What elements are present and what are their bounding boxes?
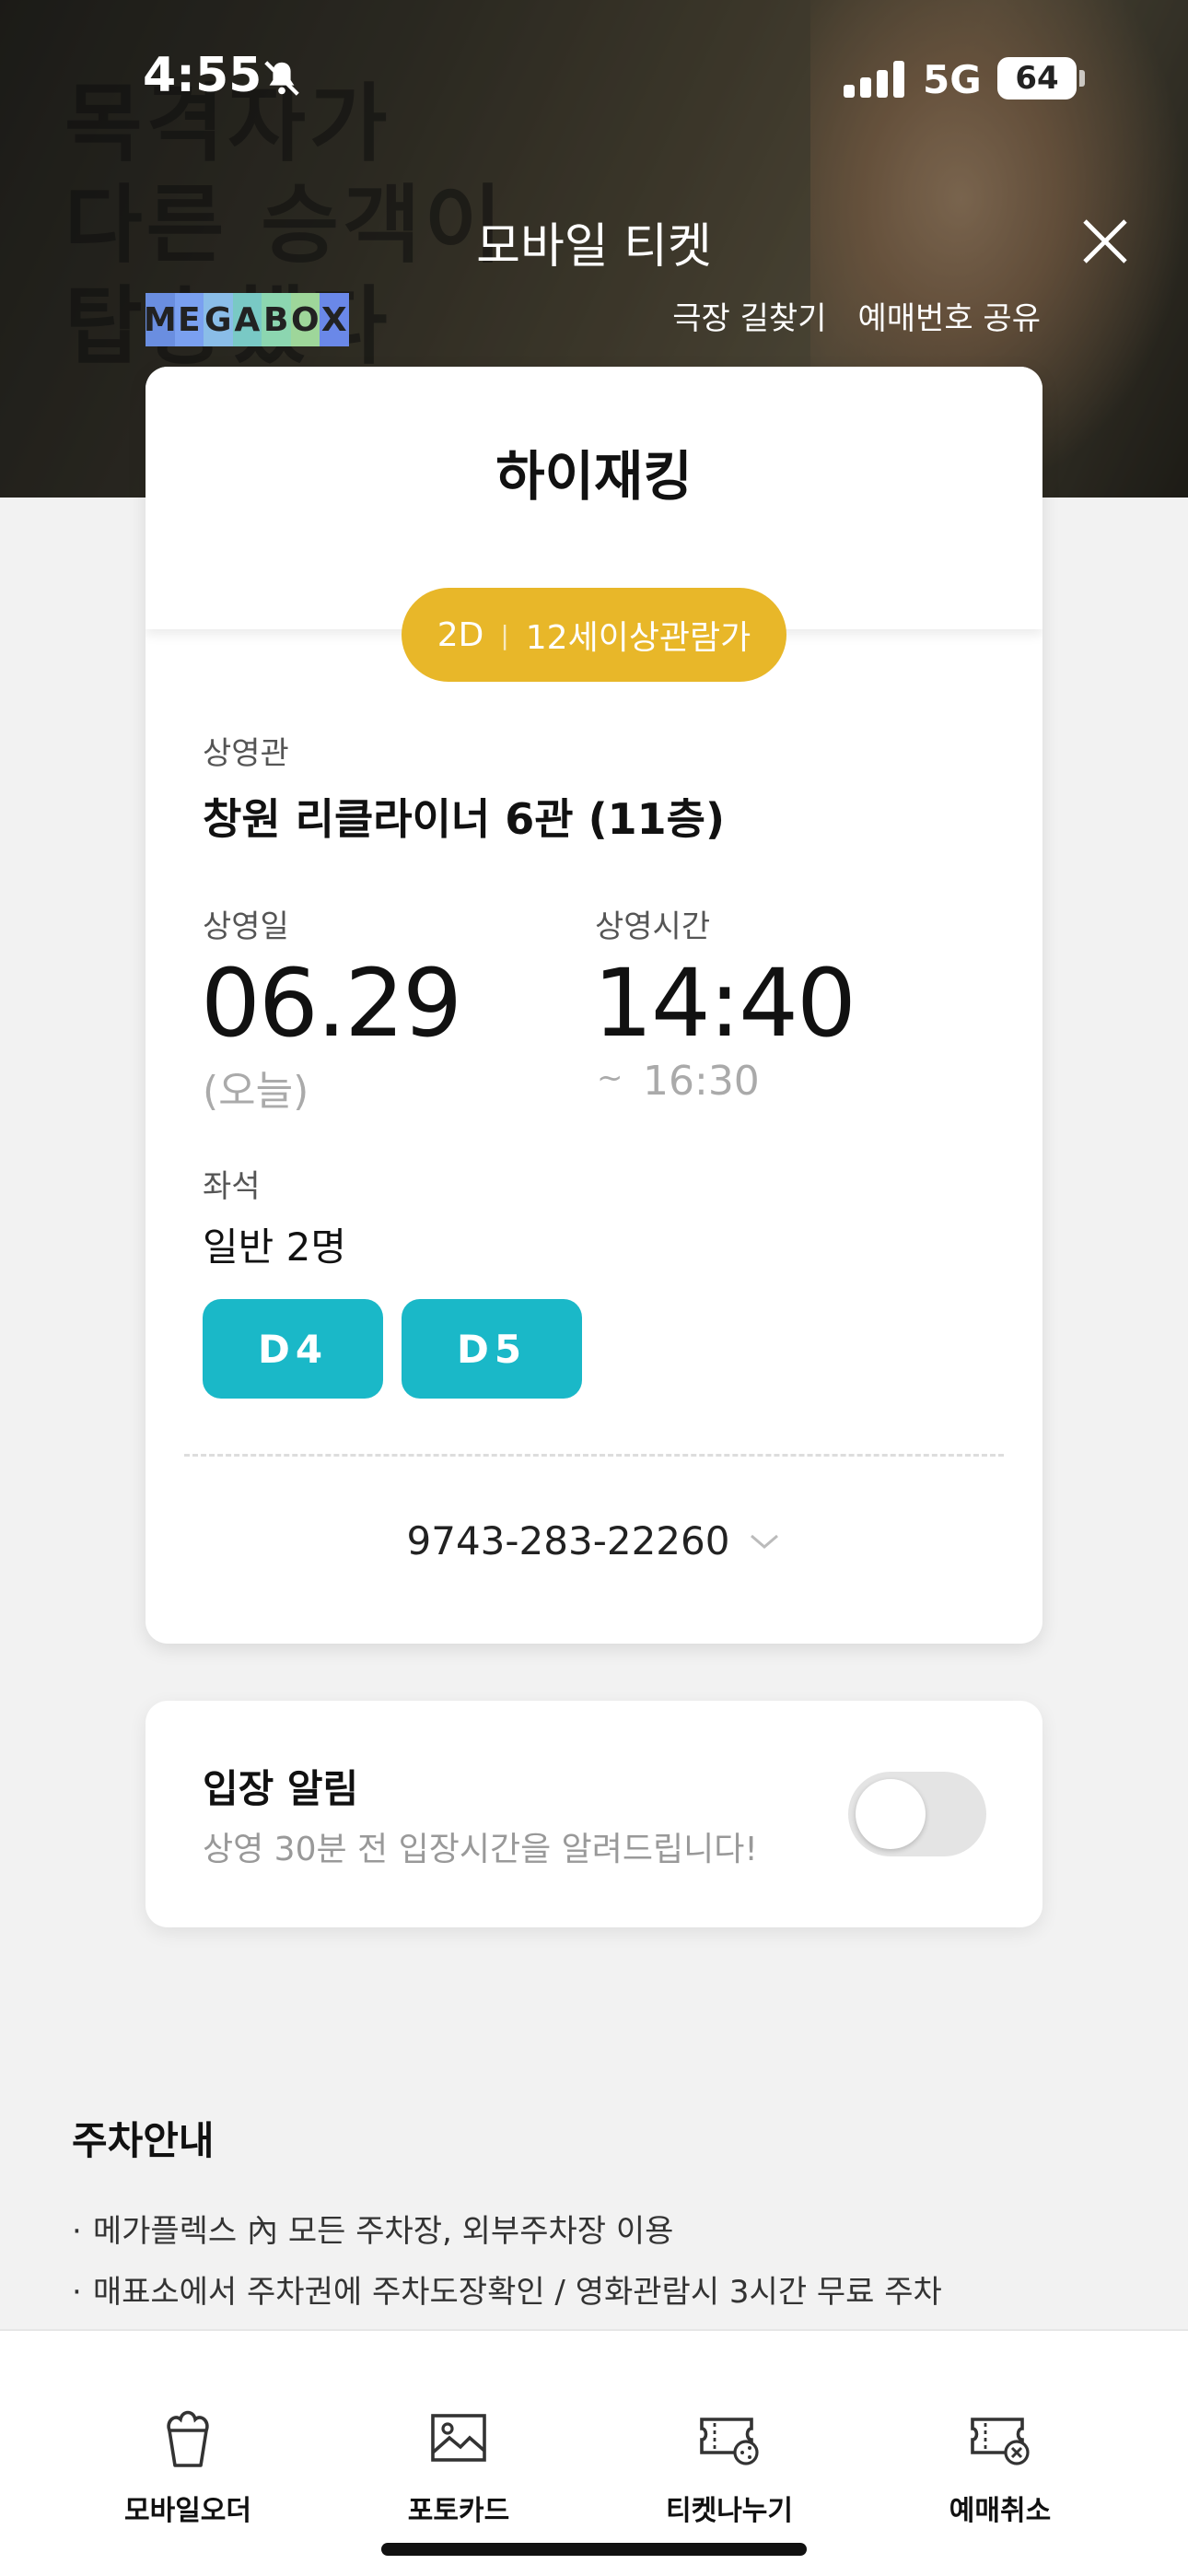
- show-end-time: 16:30: [643, 1058, 760, 1105]
- logo-letter: A: [232, 293, 262, 346]
- time-label: 상영시간: [595, 908, 711, 945]
- ticket-cancel-icon: [971, 2418, 1030, 2465]
- ticket-card: 하이재킹 2D | 12세이상관람가 상영관 창원 리클라이너 6관 (11층)…: [146, 367, 1042, 1644]
- parking-item: 메가플렉스 內 모든 주차장, 외부주차장 이용: [72, 2206, 674, 2251]
- chevron-down-icon: [751, 1534, 779, 1549]
- nav-booking-cancel[interactable]: 예매취소: [880, 2405, 1120, 2528]
- parking-item: 매표소에서 주차권에 주차도장확인 / 영화관람시 3시간 무료 주차: [72, 2266, 942, 2312]
- share-booking-link[interactable]: 예매번호 공유: [858, 293, 1042, 338]
- show-date: 06.29: [201, 949, 462, 1059]
- bottom-nav: 모바일오더 포토카드 티켓나누기 예매취소: [0, 2329, 1188, 2576]
- entry-alert-description: 상영 30분 전 입장시간을 알려드립니다!: [203, 1831, 758, 1868]
- page-title: 모바일 티켓: [476, 219, 712, 275]
- nav-photo-card[interactable]: 포토카드: [339, 2405, 578, 2528]
- logo-letter: X: [320, 293, 349, 346]
- format-rating-badge: 2D | 12세이상관람가: [402, 588, 786, 682]
- ticket-share-icon: [700, 2418, 759, 2465]
- logo-letter: G: [204, 293, 233, 346]
- logo-letter: E: [174, 293, 204, 346]
- theater-name: 창원 리클라이너 6관 (11층): [203, 794, 725, 844]
- nav-ticket-share[interactable]: 티켓나누기: [610, 2405, 849, 2528]
- nav-label: 포토카드: [407, 2495, 510, 2527]
- bell-off-icon: [264, 61, 299, 96]
- logo-letter: B: [262, 293, 291, 346]
- format-label: 2D: [437, 615, 484, 654]
- nav-mobile-order[interactable]: 모바일오더: [68, 2405, 308, 2528]
- booking-number: 9743-283-22260: [406, 1518, 730, 1563]
- theater-label: 상영관: [203, 735, 289, 772]
- entry-alert-card: 입장 알림 상영 30분 전 입장시간을 알려드립니다!: [146, 1701, 1042, 1927]
- toggle-knob: [856, 1779, 926, 1849]
- entry-alert-title: 입장 알림: [203, 1766, 359, 1811]
- end-prefix: ~: [597, 1060, 623, 1096]
- movie-title: 하이재킹: [495, 445, 693, 508]
- booking-number-toggle[interactable]: 9743-283-22260: [146, 1518, 1042, 1563]
- header-links: 극장 길찾기 예매번호 공유: [672, 293, 1041, 338]
- entry-alert-toggle[interactable]: [848, 1772, 986, 1856]
- badge-separator: |: [500, 619, 509, 650]
- parking-title: 주차안내: [72, 2118, 215, 2163]
- logo-letter: M: [144, 293, 177, 346]
- directions-link[interactable]: 극장 길찾기: [672, 293, 826, 338]
- battery-icon: 64: [997, 57, 1077, 100]
- nav-label: 티켓나누기: [666, 2495, 793, 2527]
- close-icon[interactable]: [1077, 214, 1133, 269]
- rating-label: 12세이상관람가: [525, 619, 751, 657]
- status-time: 4:55: [143, 48, 262, 103]
- battery-tip: [1079, 70, 1085, 87]
- seat-count: 일반 2명: [203, 1224, 346, 1270]
- seat-chip: D5: [402, 1299, 582, 1399]
- date-label: 상영일: [203, 908, 289, 945]
- home-indicator[interactable]: [381, 2543, 807, 2556]
- date-note: (오늘): [203, 1068, 309, 1115]
- signal-icon: [844, 61, 904, 98]
- photo-icon: [431, 2414, 486, 2462]
- megabox-logo: M E G A B O X: [144, 293, 349, 346]
- seat-label: 좌석: [203, 1168, 261, 1205]
- show-start-time: 14:40: [593, 949, 856, 1059]
- popcorn-icon: [167, 2410, 209, 2467]
- status-bar: 4:55 5G 64: [0, 0, 1188, 157]
- nav-label: 모바일오더: [124, 2495, 251, 2527]
- network-type: 5G: [923, 57, 982, 102]
- nav-label: 예매취소: [949, 2495, 1052, 2527]
- seat-chip: D4: [203, 1299, 383, 1399]
- logo-letter: O: [290, 293, 320, 346]
- divider: [184, 1454, 1004, 1457]
